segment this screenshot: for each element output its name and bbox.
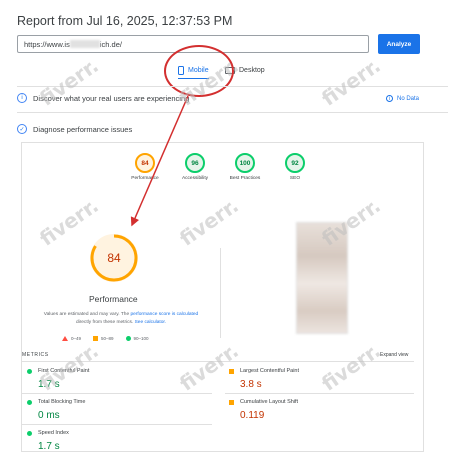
arrow-line bbox=[130, 95, 189, 227]
